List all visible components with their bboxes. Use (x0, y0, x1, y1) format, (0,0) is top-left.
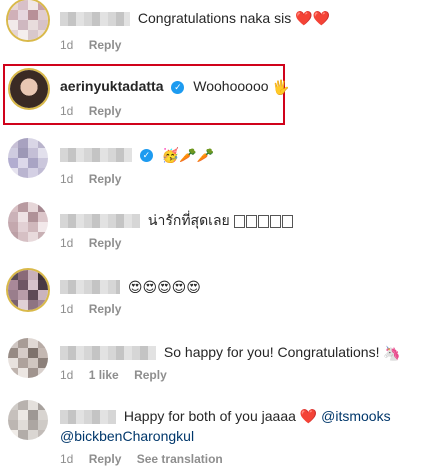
blurred-username[interactable] (60, 214, 140, 229)
avatar[interactable] (8, 0, 48, 40)
comment-meta: 1d 1 like Reply (60, 368, 179, 382)
comment-text: Congratulations naka sis (137, 10, 292, 26)
reply-button[interactable]: Reply (89, 38, 122, 52)
comment-text: So happy for you! Congratulations! (163, 344, 380, 360)
comment-time: 1d (60, 104, 74, 118)
comment-body: Congratulations naka sis ❤️❤️ (60, 8, 424, 28)
comment-time: 1d (60, 368, 74, 382)
comment-body: ✓ 🥳🥕🥕 (60, 144, 424, 165)
blurred-username[interactable] (60, 410, 116, 425)
avatar[interactable] (8, 338, 48, 378)
unrendered-glyphs (233, 212, 294, 228)
comment-body: 😍😍😍😍😍 (60, 276, 424, 297)
reply-button[interactable]: Reply (89, 236, 122, 250)
comment-meta: 1d Reply (60, 104, 133, 118)
reply-button[interactable]: Reply (89, 104, 122, 118)
blurred-username[interactable] (60, 280, 120, 295)
avatar[interactable] (8, 400, 48, 440)
heart-icon: ❤️❤️ (295, 10, 330, 26)
verified-icon: ✓ (139, 148, 153, 162)
comment-time: 1d (60, 302, 74, 316)
avatar[interactable] (8, 270, 48, 310)
comment-time: 1d (60, 236, 74, 250)
comment-time: 1d (60, 172, 74, 186)
comment-meta: 1d Reply (60, 38, 133, 52)
reply-button[interactable]: Reply (134, 368, 167, 382)
mention-link[interactable]: @bickbenCharongkul (60, 428, 194, 444)
heart-icon: ❤️ (299, 408, 318, 424)
heart-eyes-icons: 😍😍😍😍😍 (127, 279, 201, 296)
party-carrot-icons: 🥳🥕🥕 (161, 147, 215, 164)
blurred-username[interactable] (60, 12, 130, 27)
comment-text: Woohooooo (193, 78, 269, 94)
comments-feed: Congratulations naka sis ❤️❤️ 1d Reply a… (0, 0, 430, 476)
blurred-username[interactable] (60, 148, 132, 163)
comment-meta: 1d Reply (60, 172, 133, 186)
avatar[interactable] (8, 138, 48, 178)
comment-body: aerinyuktadatta ✓ Woohooooo 🖐 (60, 76, 424, 97)
mention-link[interactable]: @itsmooks (321, 408, 390, 424)
comment-time: 1d (60, 452, 74, 466)
comment-body: น่ารักที่สุดเลย (60, 210, 424, 230)
comment-meta: 1d Reply (60, 236, 133, 250)
likes-count[interactable]: 1 like (89, 368, 119, 382)
comment-meta: 1d Reply (60, 302, 133, 316)
username[interactable]: aerinyuktadatta (60, 78, 163, 94)
verified-icon: ✓ (171, 80, 185, 94)
comment-time: 1d (60, 38, 74, 52)
comment-text: Happy for both of you jaaaa (123, 408, 296, 424)
reply-button[interactable]: Reply (89, 452, 122, 466)
reply-button[interactable]: Reply (89, 172, 122, 186)
comment-text: น่ารักที่สุดเลย (147, 212, 230, 228)
blurred-username[interactable] (60, 346, 156, 361)
avatar[interactable] (10, 70, 48, 108)
avatar[interactable] (8, 202, 48, 242)
comment-body: Happy for both of you jaaaa ❤️ @itsmooks… (60, 406, 424, 446)
unicorn-icon: 🦄 (383, 345, 401, 362)
comment-meta: 1d Reply See translation (60, 452, 235, 466)
reply-button[interactable]: Reply (89, 302, 122, 316)
see-translation-button[interactable]: See translation (137, 452, 223, 466)
raised-hand-icon: 🖐 (272, 79, 290, 96)
comment-body: So happy for you! Congratulations! 🦄 (60, 342, 424, 363)
